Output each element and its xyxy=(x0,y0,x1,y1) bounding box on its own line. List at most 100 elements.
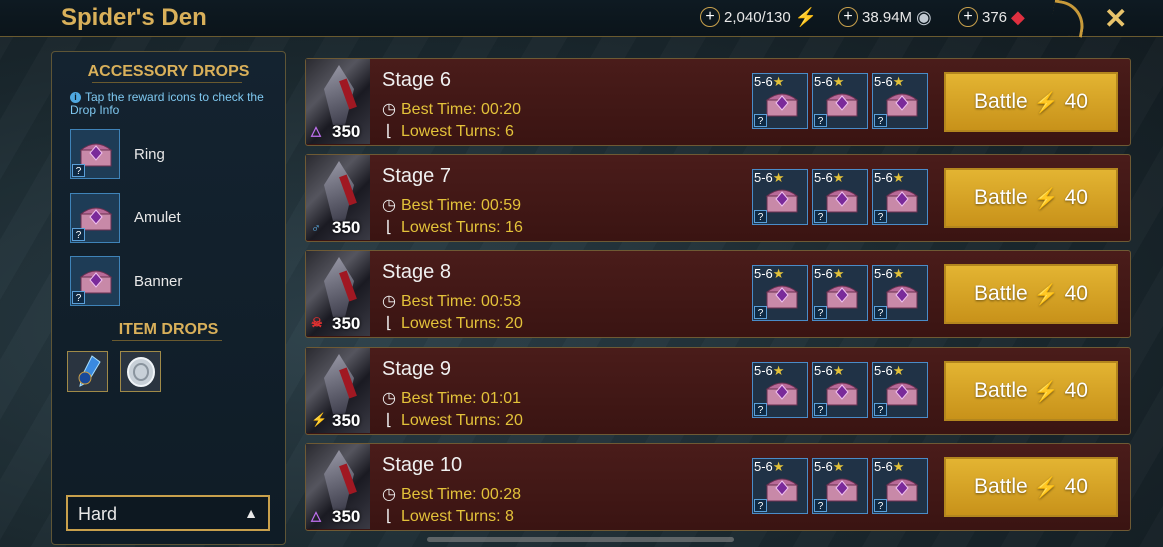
item-drops-heading: ITEM DROPS xyxy=(118,321,219,338)
horizontal-scrollbar[interactable] xyxy=(427,537,734,542)
unknown-badge: ? xyxy=(72,228,85,241)
reward-chest[interactable]: 5-6★? xyxy=(872,169,928,225)
chevron-up-icon: ▲ xyxy=(244,505,258,521)
battle-button[interactable]: Battle ⚡ 40 xyxy=(944,72,1118,132)
battle-button[interactable]: Battle ⚡ 40 xyxy=(944,361,1118,421)
stage-row: ☠ 350 Stage 8 ◷ Best Time: 00:53 ⌊ Lowest Turn… xyxy=(305,250,1131,338)
energy-icon: ⚡ xyxy=(794,6,818,27)
reward-chest[interactable]: 5-6★? xyxy=(752,362,808,418)
stage-name: Stage 7 xyxy=(382,165,451,187)
boss-level: 350 xyxy=(332,314,361,333)
gem-counter[interactable]: + 376 ◆ xyxy=(958,5,1025,29)
battle-button[interactable]: Battle ⚡ 40 xyxy=(944,264,1118,324)
energy-counter[interactable]: + 2,040/130 ⚡ xyxy=(700,5,817,29)
potion-icon[interactable] xyxy=(67,351,108,392)
chest-icon xyxy=(825,382,859,406)
stage-row: △ 350 Stage 10 ◷ Best Time: 00:28 ⌊ Lowest Tur… xyxy=(305,443,1131,531)
amulet-reward[interactable]: ? xyxy=(70,193,120,243)
stage-name: Stage 6 xyxy=(382,69,451,91)
reward-chest[interactable]: 5-6★? xyxy=(812,169,868,225)
energy-icon: ⚡ xyxy=(1033,476,1059,499)
best-time: ◷ Best Time: 00:53 xyxy=(382,293,522,310)
chest-icon xyxy=(885,93,919,117)
boss-level: 350 xyxy=(332,122,361,141)
battle-button[interactable]: Battle ⚡ 40 xyxy=(944,168,1118,228)
clock-icon: ◷ xyxy=(382,486,396,503)
unknown-badge: ? xyxy=(814,210,827,223)
boss-portrait: △ 350 xyxy=(306,444,370,529)
boss-portrait: ☠ 350 xyxy=(306,251,370,336)
energy-icon: ⚡ xyxy=(1033,380,1059,403)
reward-chest[interactable]: 5-6★? xyxy=(812,265,868,321)
unknown-badge: ? xyxy=(754,499,767,512)
reward-chest[interactable]: 5-6★? xyxy=(812,458,868,514)
boot-icon: ⌊ xyxy=(385,123,393,140)
reward-chest[interactable]: 5-6★? xyxy=(872,265,928,321)
info-icon: i xyxy=(70,92,81,103)
add-gems-button[interactable]: + xyxy=(958,7,978,27)
boss-portrait: △ 350 xyxy=(306,59,370,144)
unknown-badge: ? xyxy=(874,306,887,319)
void-icon: ⚡ xyxy=(311,412,328,427)
stage-row: ⚡ 350 Stage 9 ◷ Best Time: 01:01 ⌊ Lowest Turn… xyxy=(305,347,1131,435)
unknown-badge: ? xyxy=(754,114,767,127)
lowest-turns: ⌊ Lowest Turns: 8 xyxy=(382,506,514,526)
lowest-turns: ⌊ Lowest Turns: 16 xyxy=(382,217,523,237)
page-title: Spider's Den xyxy=(61,4,207,31)
unknown-badge: ? xyxy=(754,306,767,319)
boot-icon: ⌊ xyxy=(385,508,393,525)
add-silver-button[interactable]: + xyxy=(838,7,858,27)
chest-icon xyxy=(825,93,859,117)
silver-value: 38.94M xyxy=(862,8,913,26)
energy-icon: ⚡ xyxy=(1033,91,1059,114)
close-icon[interactable]: ✕ xyxy=(1104,2,1127,35)
unknown-badge: ? xyxy=(814,403,827,416)
battle-button[interactable]: Battle ⚡ 40 xyxy=(944,457,1118,517)
menu-hook-icon[interactable] xyxy=(1049,0,1088,38)
silver-coin-icon[interactable] xyxy=(120,351,161,392)
drop-info-hint: i Tap the reward icons to check the Drop … xyxy=(70,91,270,117)
unknown-badge: ? xyxy=(814,114,827,127)
reward-chest[interactable]: 5-6★? xyxy=(752,73,808,129)
reward-chest[interactable]: 5-6★? xyxy=(812,362,868,418)
reward-chest[interactable]: 5-6★? xyxy=(752,458,808,514)
best-time: ◷ Best Time: 00:20 xyxy=(382,101,522,118)
boss-level: 350 xyxy=(332,218,361,237)
divider xyxy=(112,340,222,341)
chest-icon xyxy=(825,285,859,309)
energy-value: 2,040/130 xyxy=(724,8,791,26)
best-time: ◷ Best Time: 01:01 xyxy=(382,390,522,407)
chest-icon xyxy=(825,189,859,213)
boot-icon: ⌊ xyxy=(385,219,393,236)
chest-icon xyxy=(885,285,919,309)
difficulty-select[interactable]: Hard ▲ xyxy=(66,495,270,531)
stage-name: Stage 8 xyxy=(382,261,451,283)
unknown-badge: ? xyxy=(754,210,767,223)
gem-value: 376 xyxy=(982,8,1008,26)
spirit-icon: ♂ xyxy=(311,220,321,235)
ring-reward[interactable]: ? xyxy=(70,129,120,179)
unknown-badge: ? xyxy=(754,403,767,416)
silver-coin-icon: ◉ xyxy=(916,6,932,27)
unknown-badge: ? xyxy=(874,403,887,416)
add-energy-button[interactable]: + xyxy=(700,7,720,27)
chest-icon xyxy=(885,382,919,406)
clock-icon: ◷ xyxy=(382,197,396,214)
chest-icon xyxy=(765,189,799,213)
unknown-badge: ? xyxy=(874,499,887,512)
stage-list[interactable]: △ 350 Stage 6 ◷ Best Time: 00:20 ⌊ Lowest Turn… xyxy=(305,40,1131,540)
silver-counter[interactable]: + 38.94M ◉ xyxy=(838,5,932,29)
reward-chest[interactable]: 5-6★? xyxy=(872,458,928,514)
reward-chest[interactable]: 5-6★? xyxy=(872,362,928,418)
chest-icon xyxy=(765,382,799,406)
difficulty-value: Hard xyxy=(78,504,118,524)
reward-chest[interactable]: 5-6★? xyxy=(872,73,928,129)
banner-reward[interactable]: ? xyxy=(70,256,120,306)
reward-chest[interactable]: 5-6★? xyxy=(752,169,808,225)
reward-chest[interactable]: 5-6★? xyxy=(812,73,868,129)
lowest-turns: ⌊ Lowest Turns: 6 xyxy=(382,121,514,141)
accessory-drops-heading: ACCESSORY DROPS xyxy=(87,63,250,80)
force-icon: ☠ xyxy=(311,315,323,330)
reward-chest[interactable]: 5-6★? xyxy=(752,265,808,321)
chest-icon xyxy=(765,285,799,309)
